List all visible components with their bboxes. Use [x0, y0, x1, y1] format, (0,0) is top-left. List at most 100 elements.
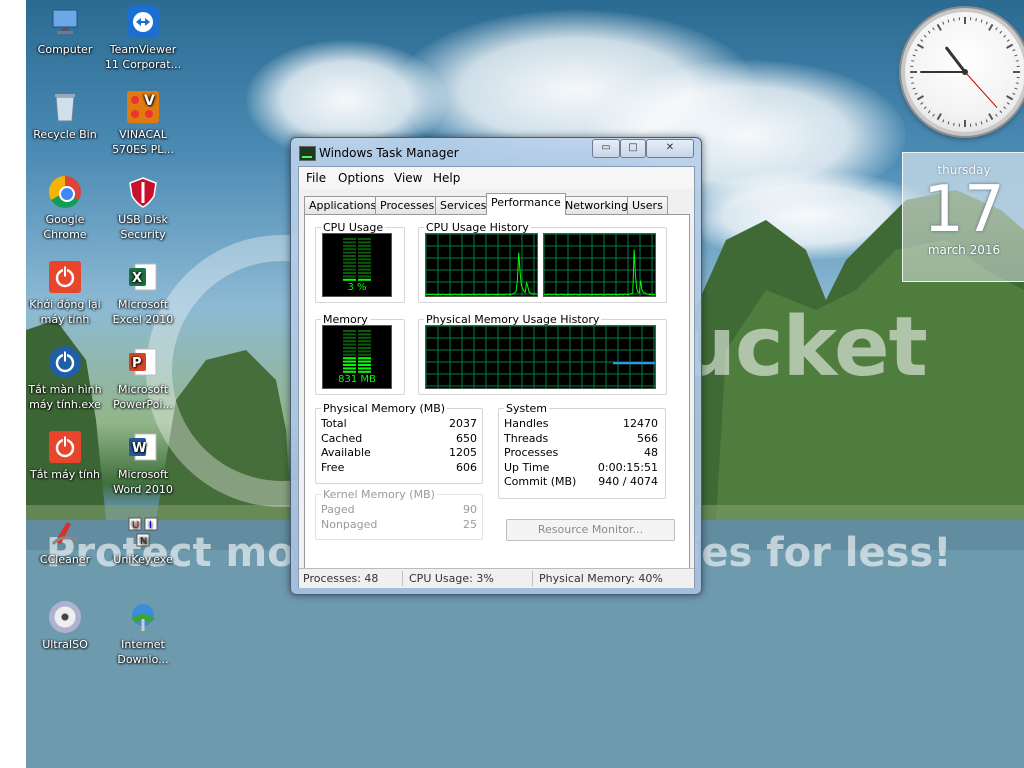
menu-options[interactable]: Options — [338, 171, 384, 185]
desktop-icon[interactable]: Google Chrome — [26, 170, 104, 242]
meter-segment — [343, 330, 356, 332]
tab-performance[interactable]: Performance — [486, 193, 566, 215]
clock-tick — [916, 43, 924, 49]
clock-tick — [1006, 39, 1010, 42]
powerpoint-icon: P — [127, 346, 159, 378]
clock-tick — [1015, 60, 1019, 62]
meter-segment — [343, 333, 356, 336]
meter-segment — [343, 251, 356, 254]
desktop-icon-label-line2: 570ES PL... — [112, 143, 174, 156]
meter-segment — [343, 350, 356, 353]
close-button[interactable]: ✕ — [646, 139, 694, 158]
meter-segment — [343, 255, 356, 257]
task-manager-app-icon — [299, 146, 316, 161]
ccleaner-icon — [49, 516, 81, 548]
clock-tick — [1003, 34, 1007, 38]
minimize-button[interactable]: ▭ — [592, 139, 620, 158]
desktop-icon[interactable]: USB Disk Security — [104, 170, 182, 242]
desktop-icon-label: CCleaner — [39, 553, 91, 566]
meter-segment — [343, 353, 356, 356]
desktop-icon-label: Microsoft — [117, 298, 169, 311]
desktop-icon-label-line2: Security — [120, 228, 166, 241]
task-manager-window[interactable]: Windows Task Manager ▭ □ ✕ File Options … — [290, 137, 702, 595]
recycle-bin-icon — [49, 91, 81, 123]
tab-networking[interactable]: Networking — [560, 196, 633, 214]
desktop-icon[interactable]: U I N UniKey.exe — [104, 510, 182, 567]
clock-gadget[interactable] — [901, 8, 1024, 136]
calendar-gadget[interactable]: thursday 17 march 2016 — [902, 152, 1024, 282]
task-manager-client: File Options View Help Applications Proc… — [298, 166, 695, 588]
desktop-icon[interactable]: TeamViewer 11 Corporat... — [104, 0, 182, 72]
clock-second-hand — [964, 71, 998, 109]
close-icon: ✕ — [665, 142, 675, 153]
meter-segment — [343, 265, 356, 268]
desktop-icon[interactable]: P Microsoft PowerPoi... — [104, 340, 182, 412]
desktop-icon-label: Computer — [37, 43, 93, 56]
desktop-icon-label-line2: Excel 2010 — [112, 313, 174, 326]
desktop-icon[interactable]: W Microsoft Word 2010 — [104, 425, 182, 497]
meter-segment — [343, 340, 356, 343]
resource-monitor-button[interactable]: Resource Monitor... — [506, 519, 675, 541]
stat-value: 25 — [463, 517, 477, 531]
chrome-icon — [49, 176, 81, 208]
desktop-icon[interactable]: CCleaner — [26, 510, 104, 567]
desktop-icon-label: UltraISO — [42, 638, 88, 651]
meter-segment — [358, 258, 371, 261]
clock-tick — [985, 119, 988, 123]
desktop-icon[interactable]: V VINACAL 570ES PL... — [104, 85, 182, 157]
desktop-icon-label-line2: 11 Corporat... — [104, 58, 182, 71]
desktop-icon[interactable]: Tắt màn hình máy tính.exe — [26, 340, 104, 412]
clock-tick — [932, 27, 935, 31]
desktop-icon-label: Tắt màn hình — [28, 383, 102, 396]
desktop-icon-label: UniKey.exe — [113, 553, 173, 566]
clock-tick — [995, 27, 998, 31]
stat-label: Available — [321, 446, 371, 460]
clock-face — [910, 17, 1020, 127]
tab-applications[interactable]: Applications — [304, 196, 382, 214]
desktop-icon[interactable]: X Microsoft Excel 2010 — [104, 255, 182, 327]
meter-segment — [343, 360, 356, 363]
desktop-icon[interactable]: Khởi động lại máy tính — [26, 255, 104, 327]
clock-tick — [1015, 82, 1019, 84]
menu-help[interactable]: Help — [433, 171, 460, 185]
stat-value: 2037 — [449, 417, 477, 430]
meter-segment — [358, 353, 371, 356]
desktop-icon[interactable]: Tắt máy tính — [26, 425, 104, 482]
meter-segment — [343, 357, 356, 360]
title-bar[interactable]: Windows Task Manager ▭ □ ✕ — [291, 138, 701, 166]
clock-tick — [988, 113, 994, 121]
clock-tick — [936, 113, 942, 121]
desktop-icon-label: Internet — [121, 638, 165, 651]
desktop-icon-label-line2: Downlo... — [117, 653, 169, 666]
svg-text:N: N — [140, 536, 147, 547]
status-bar: Processes: 48 CPU Usage: 3% Physical Mem… — [299, 568, 694, 588]
meter-segment — [343, 272, 356, 274]
svg-text:W: W — [132, 441, 146, 456]
menu-view[interactable]: View — [394, 171, 422, 185]
clock-tick — [914, 49, 918, 52]
clock-tick — [1014, 54, 1018, 57]
desktop-icon[interactable]: Recycle Bin — [26, 85, 104, 142]
desktop-icon[interactable]: Computer — [26, 0, 104, 57]
meter-segment — [343, 278, 356, 281]
meter-segment — [358, 255, 371, 257]
maximize-button[interactable]: □ — [620, 139, 646, 158]
vinacal-icon: V — [127, 91, 159, 123]
stat-value: 566 — [637, 431, 658, 445]
menu-file[interactable]: File — [306, 171, 326, 185]
stat-value: 0:00:15:51 — [597, 460, 658, 474]
physical-memory-label: Physical Memory (MB) — [323, 402, 446, 415]
meter-segment — [343, 364, 356, 366]
svg-text:U: U — [132, 520, 139, 531]
tab-users[interactable]: Users — [627, 196, 668, 214]
clock-tick — [975, 18, 977, 22]
meter-segment — [358, 333, 371, 336]
desktop-icon[interactable]: Internet Downlo... — [104, 595, 182, 667]
tab-services[interactable]: Services — [435, 196, 492, 214]
unikey-icon: UIN — [127, 516, 159, 548]
idm-icon — [127, 601, 159, 633]
svg-text:V: V — [144, 93, 155, 109]
calendar-month-year: march 2016 — [927, 243, 1001, 257]
desktop-icon[interactable]: UltraISO — [26, 595, 104, 652]
tab-processes[interactable]: Processes — [375, 196, 440, 214]
